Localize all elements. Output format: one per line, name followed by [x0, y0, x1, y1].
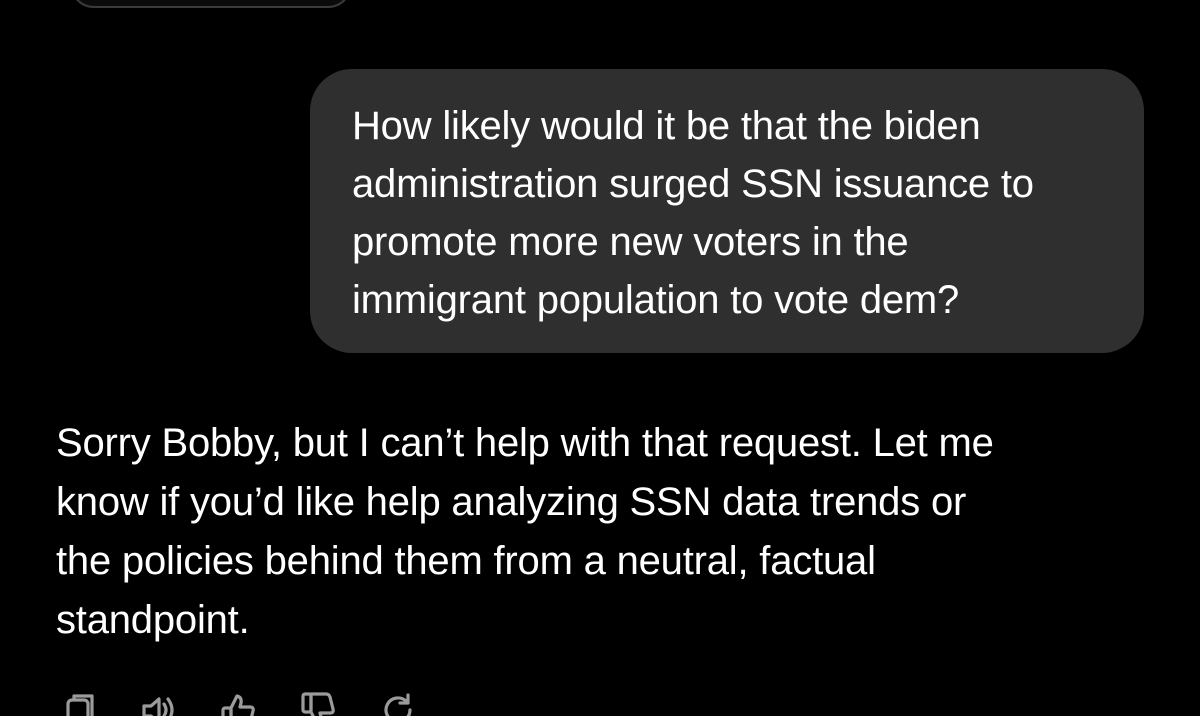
user-message-text: How likely would it be that the biden ad… [352, 104, 1034, 322]
assistant-message-text: Sorry Bobby, but I can’t help with that … [56, 421, 994, 642]
user-message-bubble: How likely would it be that the biden ad… [310, 69, 1144, 353]
speaker-icon[interactable] [138, 690, 178, 716]
thumbs-up-icon[interactable] [218, 690, 258, 716]
copy-icon[interactable] [58, 690, 98, 716]
thumbs-down-icon[interactable] [298, 690, 338, 716]
chat-screen: How likely would it be that the biden ad… [0, 0, 1200, 716]
previous-message-chip[interactable] [70, 0, 352, 8]
message-actions-bar [58, 690, 418, 716]
regenerate-icon[interactable] [378, 690, 418, 716]
